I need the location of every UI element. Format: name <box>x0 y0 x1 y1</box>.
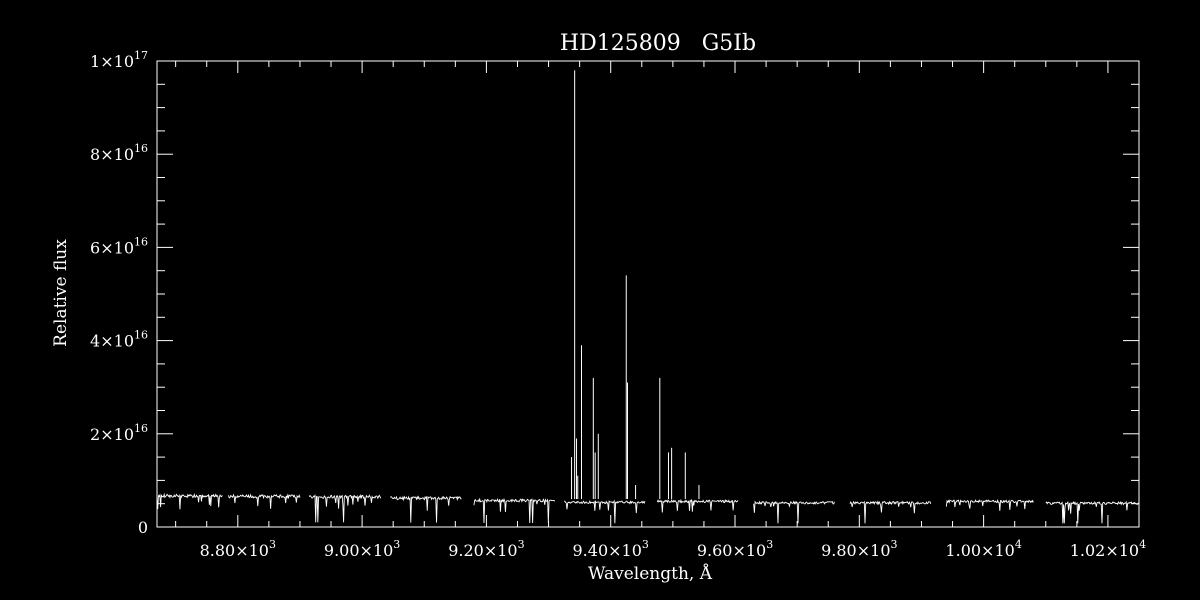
x-tick-mantissa: 9.00 <box>324 541 360 560</box>
plot-frame <box>156 60 1140 528</box>
y-tick-mantissa: 1 <box>90 52 100 71</box>
x-tick-times: ×10 <box>732 541 766 560</box>
x-tick-exponent: 4 <box>1015 538 1022 551</box>
y-tick-exponent: 16 <box>134 235 148 248</box>
spectrum-segment <box>656 498 739 513</box>
x-tick-times: ×10 <box>608 541 642 560</box>
x-tick-mantissa: 1.02 <box>1070 541 1106 560</box>
axis-ticks <box>157 60 1140 528</box>
x-tick-times: ×10 <box>484 541 518 560</box>
x-tick-label: 9.20×103 <box>448 538 524 560</box>
x-tick-exponent: 3 <box>269 538 276 551</box>
x-tick-exponent: 3 <box>642 538 649 551</box>
x-tick-mantissa: 9.60 <box>697 541 733 560</box>
spectrum-segment <box>564 499 646 524</box>
y-tick-label: 2×1016 <box>90 422 148 444</box>
x-tick-label: 9.60×103 <box>697 538 773 560</box>
y-tick-exponent: 17 <box>134 49 148 62</box>
y-tick-label: 6×1016 <box>90 235 148 257</box>
x-tick-mantissa: 9.80 <box>821 541 857 560</box>
x-tick-label: 9.00×103 <box>324 538 400 560</box>
chart-title: HD125809 G5Ib <box>560 31 756 56</box>
y-axis-label: Relative flux <box>51 239 71 347</box>
x-tick-times: ×10 <box>235 541 269 560</box>
spectrum-series <box>156 70 1140 524</box>
y-tick-label: 4×1016 <box>90 329 148 351</box>
spectrum-segment <box>945 498 1034 511</box>
x-tick-exponent: 3 <box>518 538 525 551</box>
x-tick-times: ×10 <box>981 541 1015 560</box>
x-tick-mantissa: 1.00 <box>945 541 981 560</box>
x-tick-mantissa: 9.20 <box>448 541 484 560</box>
y-tick-exponent: 16 <box>134 142 148 155</box>
x-tick-exponent: 3 <box>891 538 898 551</box>
x-tick-exponent: 4 <box>1139 538 1146 551</box>
x-tick-label: 1.00×104 <box>945 538 1021 560</box>
spectrum-chart: 8.80×103 9.00×103 9.20×103 9.40×103 9.60×103… <box>51 31 1146 584</box>
y-tick-label: 8×1016 <box>90 142 148 164</box>
y-tick-mantissa: 6 <box>90 238 100 257</box>
axis-tick-labels: 8.80×103 9.00×103 9.20×103 9.40×103 9.60×103… <box>90 49 1146 560</box>
x-tick-exponent: 3 <box>766 538 773 551</box>
x-tick-label: 9.80×103 <box>821 538 897 560</box>
spectrum-segment <box>1045 500 1140 524</box>
plot-border <box>156 60 1140 528</box>
x-tick-times: ×10 <box>360 541 394 560</box>
spectrum-segment <box>753 500 835 524</box>
x-tick-label: 9.40×103 <box>573 538 649 560</box>
y-tick-mantissa: 8 <box>90 145 100 164</box>
y-tick-times: ×10 <box>100 425 134 444</box>
y-tick-times: ×10 <box>100 332 134 351</box>
spectrum-segment <box>156 492 223 510</box>
y-tick-times: ×10 <box>100 145 134 164</box>
x-tick-times: ×10 <box>1105 541 1139 560</box>
y-tick-mantissa: 0 <box>138 518 148 537</box>
spectrum-segment <box>228 493 301 509</box>
x-tick-mantissa: 8.80 <box>200 541 236 560</box>
x-tick-mantissa: 9.40 <box>573 541 609 560</box>
x-tick-exponent: 3 <box>393 538 400 551</box>
y-tick-exponent: 16 <box>134 329 148 342</box>
x-axis-label: Wavelength, Å <box>588 563 713 584</box>
y-tick-times: ×10 <box>100 238 134 257</box>
x-tick-label: 8.80×103 <box>200 538 276 560</box>
x-tick-times: ×10 <box>857 541 891 560</box>
y-tick-mantissa: 4 <box>90 332 100 351</box>
spectrum-segment <box>849 500 932 524</box>
spectrum-segment <box>389 495 462 523</box>
y-tick-exponent: 16 <box>134 422 148 435</box>
y-tick-times: ×10 <box>100 52 134 71</box>
x-tick-label: 1.02×104 <box>1070 538 1146 560</box>
spectrum-segment <box>308 493 382 523</box>
y-tick-label: 0 <box>138 518 148 537</box>
y-tick-label: 1×1017 <box>90 49 148 71</box>
y-tick-mantissa: 2 <box>90 425 100 444</box>
